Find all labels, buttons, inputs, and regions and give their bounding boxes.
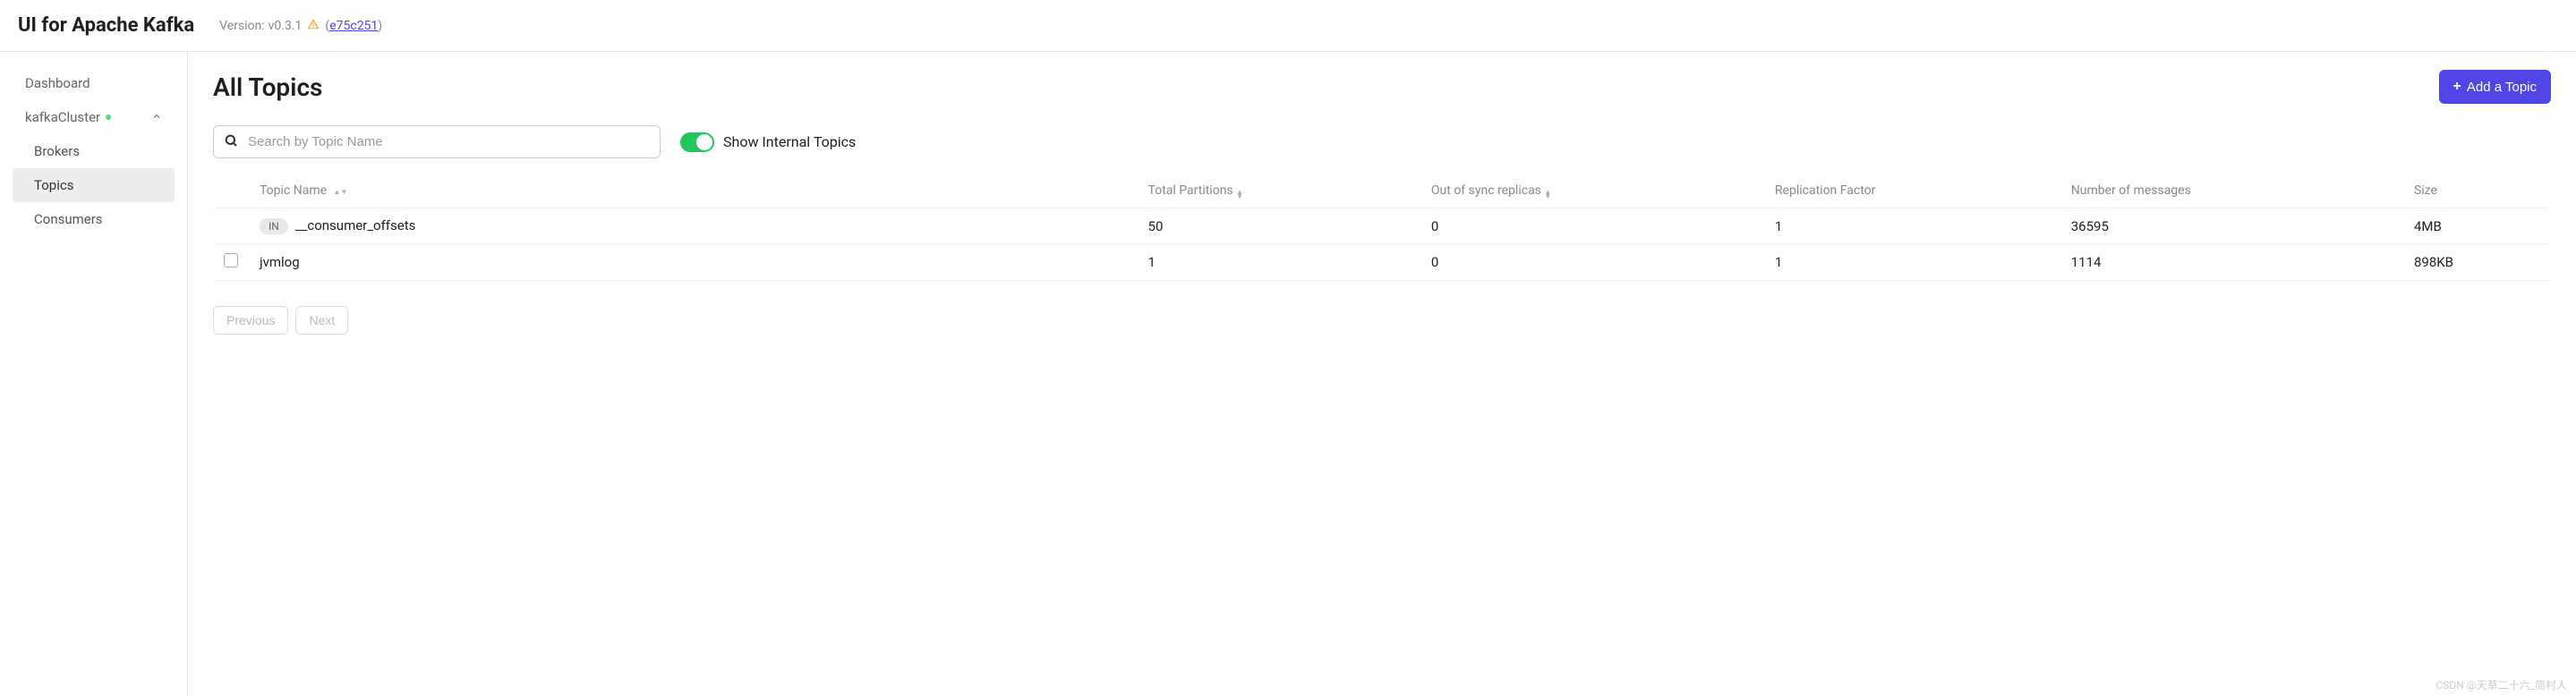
sidebar-item-brokers[interactable]: Brokers bbox=[13, 134, 175, 168]
col-out-of-sync[interactable]: Out of sync replicas ▲▼ bbox=[1420, 174, 1764, 208]
sidebar-item-label: Topics bbox=[34, 177, 73, 193]
sidebar-item-cluster[interactable]: kafkaCluster bbox=[13, 100, 175, 134]
show-internal-toggle[interactable] bbox=[680, 132, 714, 152]
version-label: Version: bbox=[219, 19, 265, 33]
sort-icon: ▲▼ bbox=[334, 190, 348, 194]
version-value: v0.3.1 bbox=[269, 19, 303, 33]
cell-out-of-sync: 0 bbox=[1420, 244, 1764, 281]
cell-size: 898KB bbox=[2403, 244, 2551, 281]
commit-link[interactable]: e75c251 bbox=[329, 19, 378, 33]
topics-table: Topic Name ▲▼ Total Partitions ▲▼ Out of… bbox=[213, 174, 2551, 281]
cell-size: 4MB bbox=[2403, 208, 2551, 244]
col-num-messages: Number of messages bbox=[2060, 174, 2403, 208]
col-total-partitions[interactable]: Total Partitions ▲▼ bbox=[1138, 174, 1420, 208]
sort-icon: ▲▼ bbox=[1236, 190, 1243, 199]
add-topic-label: Add a Topic bbox=[2467, 80, 2537, 95]
next-button[interactable]: Next bbox=[295, 306, 348, 335]
cell-num-messages: 36595 bbox=[2060, 208, 2403, 244]
sidebar-item-label: Consumers bbox=[34, 211, 103, 227]
toggle-label: Show Internal Topics bbox=[723, 133, 856, 150]
cell-total-partitions: 50 bbox=[1138, 208, 1420, 244]
table-row: IN __consumer_offsets 5001365954MB bbox=[213, 208, 2551, 244]
commit-paren-close: ) bbox=[378, 19, 382, 33]
cell-num-messages: 1114 bbox=[2060, 244, 2403, 281]
page-title: All Topics bbox=[213, 72, 322, 102]
col-size: Size bbox=[2403, 174, 2551, 208]
topic-name-link[interactable]: __consumer_offsets bbox=[295, 217, 416, 233]
sidebar-item-topics[interactable]: Topics bbox=[13, 168, 175, 202]
sidebar-item-label: Brokers bbox=[34, 143, 80, 159]
internal-badge: IN bbox=[260, 218, 288, 234]
table-row: jvmlog1011114898KB bbox=[213, 244, 2551, 281]
app-logo: UI for Apache Kafka bbox=[18, 14, 194, 37]
sidebar-cluster-name: kafkaCluster bbox=[25, 109, 100, 125]
search-icon bbox=[224, 133, 238, 151]
col-checkbox bbox=[213, 174, 249, 208]
sort-icon: ▲▼ bbox=[1544, 190, 1551, 199]
cell-replication-factor: 1 bbox=[1764, 208, 2060, 244]
add-topic-button[interactable]: + Add a Topic bbox=[2439, 70, 2551, 104]
cell-out-of-sync: 0 bbox=[1420, 208, 1764, 244]
app-header: UI for Apache Kafka Version: v0.3.1 (e75… bbox=[0, 0, 2576, 52]
status-dot-icon bbox=[106, 115, 111, 120]
content: All Topics + Add a Topic Show Internal T… bbox=[188, 52, 2576, 696]
sidebar: Dashboard kafkaCluster Brokers Topics Co… bbox=[0, 52, 188, 696]
sidebar-item-consumers[interactable]: Consumers bbox=[13, 202, 175, 236]
warning-icon bbox=[307, 18, 320, 34]
col-topic-name[interactable]: Topic Name ▲▼ bbox=[249, 174, 1138, 208]
row-checkbox[interactable] bbox=[224, 253, 238, 267]
previous-button[interactable]: Previous bbox=[213, 306, 288, 335]
col-replication-factor: Replication Factor bbox=[1764, 174, 2060, 208]
sidebar-item-dashboard[interactable]: Dashboard bbox=[13, 66, 175, 100]
cell-replication-factor: 1 bbox=[1764, 244, 2060, 281]
cell-total-partitions: 1 bbox=[1138, 244, 1420, 281]
watermark: CSDN @天草二十六_简村人 bbox=[2435, 677, 2567, 692]
search-input[interactable] bbox=[213, 125, 661, 158]
plus-icon: + bbox=[2453, 79, 2461, 95]
sidebar-item-label: Dashboard bbox=[25, 75, 90, 91]
chevron-up-icon bbox=[151, 109, 162, 125]
topic-name-link[interactable]: jvmlog bbox=[260, 254, 300, 270]
